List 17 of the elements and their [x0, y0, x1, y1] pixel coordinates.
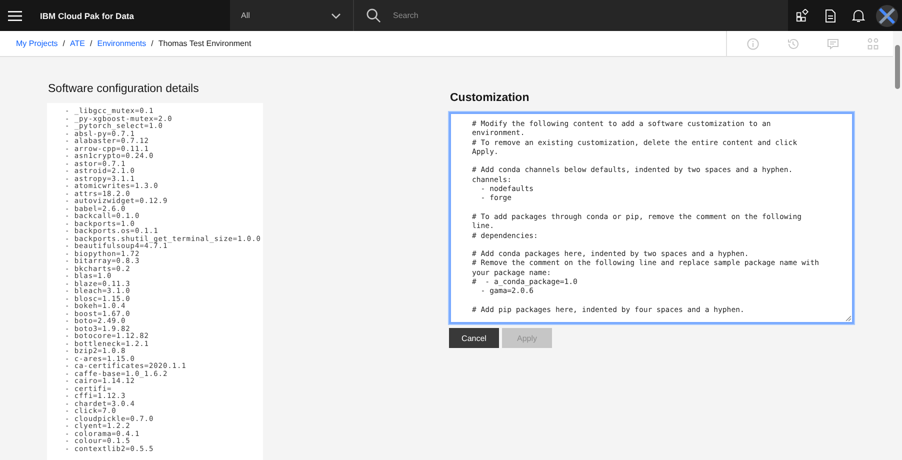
scope-dropdown[interactable]: All — [230, 0, 354, 31]
resize-handle-icon[interactable] — [845, 315, 851, 321]
chevron-down-icon — [331, 12, 341, 18]
breadcrumb-separator: / — [151, 39, 154, 48]
breadcrumb-link[interactable]: ATE — [70, 39, 85, 48]
breadcrumb-current: Thomas Test Environment — [158, 39, 252, 48]
breadcrumb-separator: / — [62, 39, 66, 48]
cancel-button[interactable]: Cancel — [449, 328, 499, 348]
code-editor[interactable] — [449, 112, 854, 324]
search-field[interactable]: Search — [354, 0, 788, 31]
product-title: IBM Cloud Pak for Data — [40, 10, 135, 20]
breadcrumb-link[interactable]: My Projects — [16, 39, 58, 48]
section-title: Software configuration details — [48, 83, 200, 95]
breadcrumb-separator: / — [90, 39, 92, 48]
search-icon — [366, 8, 381, 23]
breadcrumb-link[interactable]: Environments — [97, 39, 146, 48]
section-title: Customization — [450, 92, 530, 104]
